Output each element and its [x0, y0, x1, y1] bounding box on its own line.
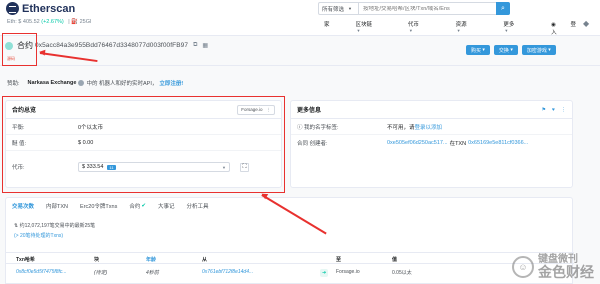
ethereum-icon[interactable]: ◆ — [583, 19, 589, 28]
from-address-link[interactable]: 0x761ebf712f8e14d4... — [202, 269, 253, 275]
more-icon[interactable]: ⋮ — [561, 107, 566, 113]
search-icon: ⌕ — [501, 4, 505, 12]
chevron-down-icon: ▼ — [348, 6, 352, 11]
action-buttons: 购买 ▾ 交换 ▾ 加密游戏 ▾ — [466, 45, 560, 55]
chevron-down-icon: ▼ — [456, 28, 461, 33]
help-icon: ⓘ — [297, 124, 305, 131]
eth-change: (+2.67%) — [41, 19, 64, 25]
search-filter-select[interactable]: 所有筛选 ▼ — [319, 3, 359, 14]
table-row: 0x8cf0e5d5f7475f8fc... (待定) 4秒前 0x761ebf… — [16, 269, 412, 277]
annotation-box-overview — [2, 96, 285, 193]
buy-button[interactable]: 购买 ▾ — [466, 45, 490, 55]
annotation-arrow-icon — [39, 52, 98, 62]
card-header: 更多信息 ⚑ ♥ ⋮ — [291, 101, 572, 119]
gas-price: | ⛽ 25Gl — [68, 19, 92, 25]
chevron-down-icon: ▼ — [504, 28, 509, 33]
nav-more[interactable]: 更多▼ — [503, 20, 538, 36]
nav-resources[interactable]: 资源▼ — [456, 20, 491, 36]
chevron-down-icon: ▼ — [356, 28, 361, 33]
contract-address: 0x5acc84a3e955Bdd76467d3348077d003f00fFB… — [35, 42, 189, 49]
table-header: Txn哈希 块 年龄 从 至 值 — [6, 252, 574, 264]
creator-address-link[interactable]: 0xe505ef06d250ac517... — [387, 140, 448, 146]
top-navbar: Etherscan Eth: $ 405.52 (+2.67%) | ⛽ 25G… — [0, 0, 600, 36]
nav-tokens[interactable]: 代币▼ — [408, 20, 443, 36]
main-nav: 家 区块链▼ 代币▼ 资源▼ 更多▼ ◉ 登入 — [324, 20, 600, 36]
creator-row: 合同 创建者: 0xe505ef06d250ac517... 在TXN 0x65… — [297, 140, 529, 147]
qr-code-icon[interactable]: ▦ — [202, 42, 208, 49]
annotation-box-contract — [2, 33, 37, 66]
tab-events[interactable]: 大事记 — [152, 198, 181, 214]
etherscan-logo[interactable]: Etherscan — [6, 2, 75, 15]
nav-home[interactable]: 家 — [324, 20, 343, 36]
verified-check-icon: ✔ — [141, 203, 146, 209]
name-tag-row: ⓘ 我的名字标签: 不可用，请 登录以添加 — [291, 119, 572, 135]
copy-icon[interactable]: ⧉ — [193, 42, 197, 49]
transactions-summary: ⇅ 约12,072,197笔交易中的最新25笔 (> 20笔待处理的Txns) — [14, 223, 96, 239]
sponsor-cta-link[interactable]: 立即注册! — [159, 79, 183, 87]
tab-erc20-txns[interactable]: Erc20令牌Txns — [74, 198, 123, 214]
age-column-toggle[interactable]: 年龄 — [146, 256, 156, 263]
crypto-games-button[interactable]: 加密游戏 ▾ — [521, 45, 556, 55]
sponsor-logo — [78, 80, 85, 86]
search-button[interactable]: ⌕ — [496, 2, 510, 15]
transactions-panel: ⇅ 约12,072,197笔交易中的最新25笔 (> 20笔待处理的Txns) … — [5, 214, 574, 284]
tab-contract[interactable]: 合约 ✔ — [123, 198, 152, 214]
tag-icon[interactable]: ⚑ — [542, 107, 546, 113]
search-input[interactable] — [359, 5, 496, 12]
creation-tx-link[interactable]: 0x65169e5e811cf0366... — [468, 140, 528, 146]
pending-txns-link[interactable]: (> 20笔待处理的Txns) — [14, 232, 95, 239]
watermark: ☺ 键盘微刊 金色财经 — [512, 255, 594, 279]
txn-hash-link[interactable]: 0x8cf0e5d5f7475f8fc... — [16, 269, 67, 275]
user-icon: ◉ — [551, 22, 558, 28]
tab-transactions[interactable]: 交易次数 — [6, 198, 40, 214]
exchange-button[interactable]: 交换 ▾ — [493, 45, 518, 55]
tab-analytics[interactable]: 分析工具 — [180, 198, 214, 214]
login-link[interactable]: 登录以添加 — [415, 123, 443, 131]
nav-signin[interactable]: ◉ 登入 — [551, 20, 587, 36]
nav-blockchain[interactable]: 区块链▼ — [356, 20, 395, 36]
more-info-card: 更多信息 ⚑ ♥ ⋮ ⓘ 我的名字标签: 不可用，请 登录以添加 合同 创建者:… — [290, 100, 573, 188]
etherscan-logo-icon — [6, 2, 19, 15]
sponsor-banner: 赞助: Narkasa Exchange 中的 机器人和好的实时API， 立即注… — [7, 79, 184, 87]
brand-name: Etherscan — [22, 2, 76, 15]
search-bar: 所有筛选 ▼ ⌕ — [318, 2, 510, 15]
tab-internal-txns[interactable]: 内部TXN — [40, 198, 74, 214]
chevron-down-icon: ▼ — [408, 28, 413, 33]
heart-icon[interactable]: ♥ — [552, 107, 555, 113]
eth-price: Eth: $ 405.52 (+2.67%) | ⛽ 25Gl — [7, 19, 92, 25]
arrow-right-icon: ➜ — [320, 269, 329, 277]
sponsor-name[interactable]: Narkasa Exchange — [28, 80, 77, 86]
watermark-logo-icon: ☺ — [512, 256, 534, 278]
to-address-link[interactable]: Forsage.io — [336, 269, 360, 275]
divider — [0, 65, 600, 66]
